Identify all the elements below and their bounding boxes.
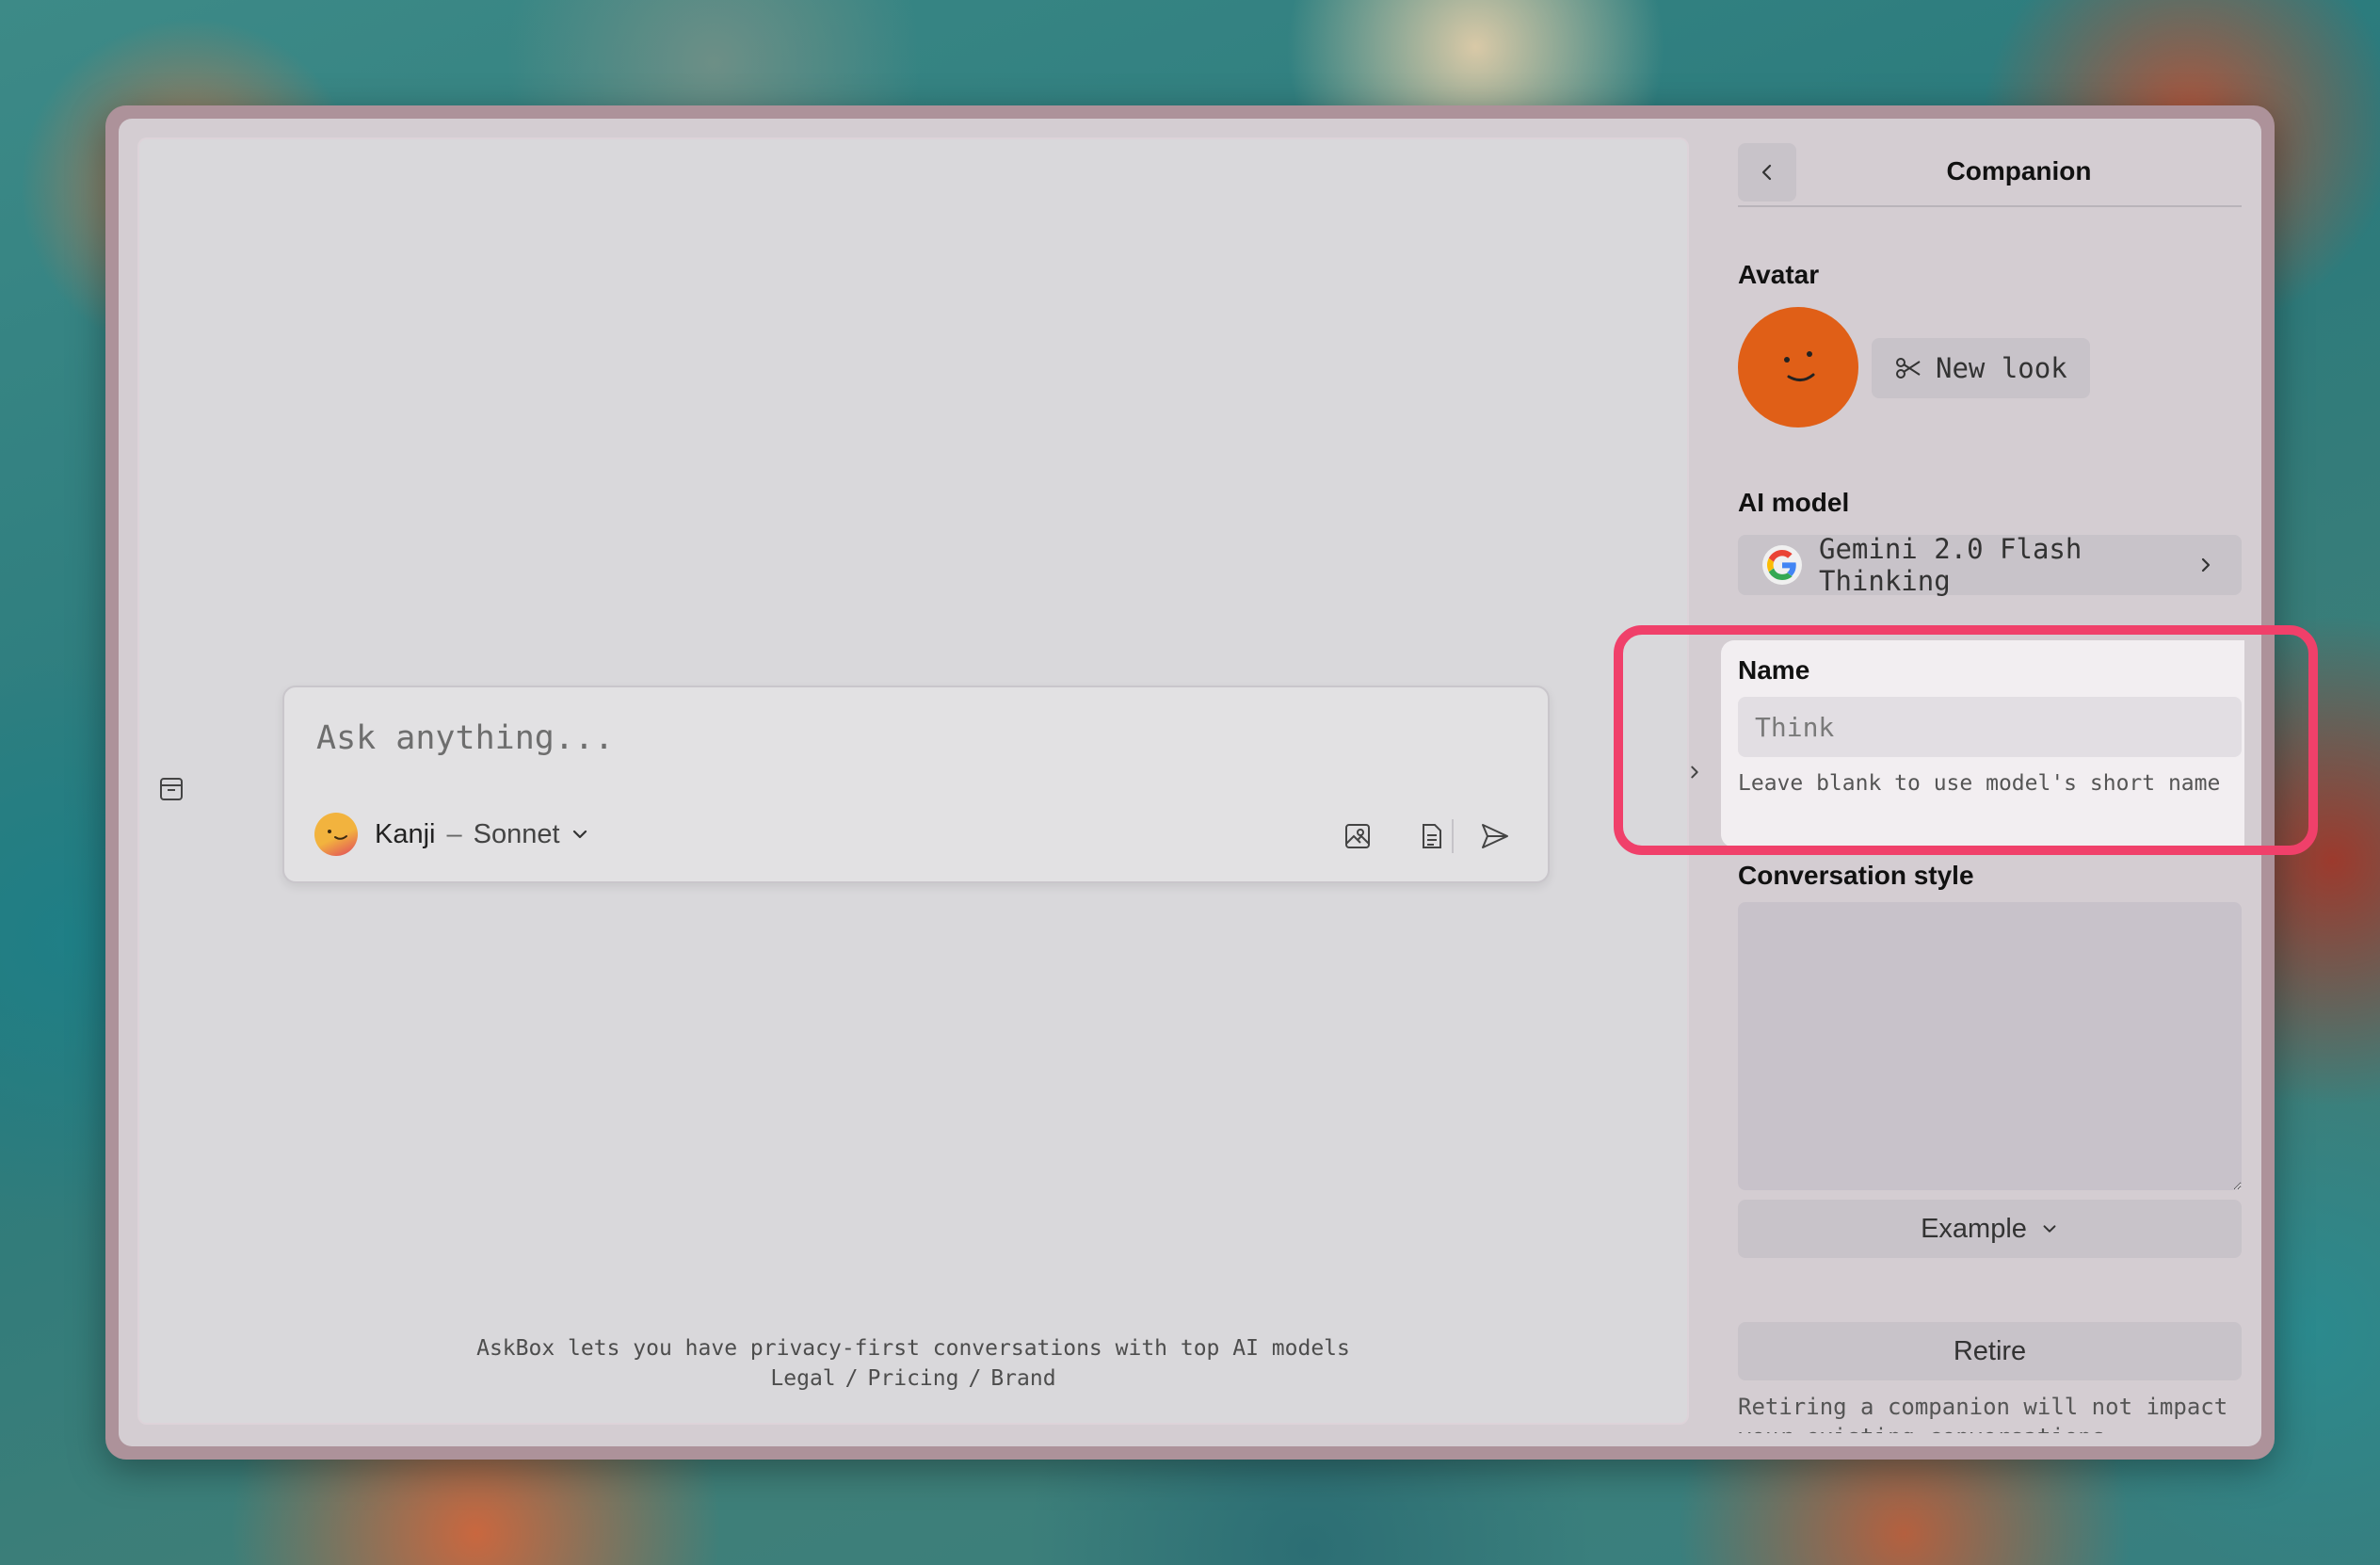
ai-model-value: Gemini 2.0 Flash Thinking xyxy=(1819,533,2082,597)
name-input[interactable] xyxy=(1738,697,2242,757)
example-label: Example xyxy=(1921,1213,2027,1244)
conversation-style-input[interactable] xyxy=(1738,902,2242,1190)
collapse-panel-handle[interactable] xyxy=(1676,753,1713,791)
send-button[interactable] xyxy=(1476,817,1514,855)
app-window: Kanji – Sonnet xyxy=(105,105,2275,1460)
attach-document-button[interactable] xyxy=(1412,817,1450,855)
chevron-down-icon xyxy=(572,830,587,839)
new-look-button[interactable]: New look xyxy=(1872,338,2090,398)
footer-links: Legal / Pricing / Brand xyxy=(139,1363,1687,1394)
conversation-style-label: Conversation style xyxy=(1738,861,1974,890)
window-content: Kanji – Sonnet xyxy=(119,119,2261,1446)
footer-link-separator: / xyxy=(844,1366,859,1391)
example-button[interactable]: Example xyxy=(1738,1200,2242,1258)
companion-picker[interactable]: Kanji – Sonnet xyxy=(314,810,590,859)
footer: AskBox lets you have privacy-first conve… xyxy=(139,1333,1687,1394)
chat-area: Kanji – Sonnet xyxy=(137,137,1689,1425)
new-look-label: New look xyxy=(1936,352,2067,384)
image-icon xyxy=(1345,824,1370,848)
chevron-right-icon xyxy=(1691,766,1698,779)
document-icon xyxy=(1423,824,1441,848)
toolbar-divider xyxy=(1452,819,1454,853)
chevron-down-icon xyxy=(2043,1225,2056,1233)
archive-icon[interactable] xyxy=(156,774,186,804)
avatar-label: Avatar xyxy=(1738,260,1820,289)
send-icon xyxy=(1482,824,1508,848)
name-label: Name xyxy=(1738,655,1810,685)
retire-note: Retiring a companion will not impact you… xyxy=(1738,1394,2228,1433)
ask-input[interactable] xyxy=(314,712,1354,765)
companion-avatar xyxy=(314,813,358,856)
attach-image-button[interactable] xyxy=(1339,817,1376,855)
back-button[interactable] xyxy=(1738,143,1796,202)
companion-avatar-large[interactable] xyxy=(1738,307,1858,428)
chevron-right-icon xyxy=(2201,557,2211,573)
footer-link-brand[interactable]: Brand xyxy=(990,1366,1055,1391)
retire-label: Retire xyxy=(1953,1335,2027,1366)
name-hint: Leave blank to use model's short name xyxy=(1738,771,2221,796)
google-logo-icon xyxy=(1762,545,1802,585)
panel-header: Companion xyxy=(1738,143,2242,207)
ai-model-selector[interactable]: Gemini 2.0 Flash Thinking xyxy=(1738,533,2242,597)
companion-model-name: Sonnet xyxy=(473,818,560,849)
retire-button[interactable]: Retire xyxy=(1738,1322,2242,1380)
panel-title: Companion xyxy=(1946,156,2092,186)
retire-note-container: Retiring a companion will not impact you… xyxy=(1738,1392,2265,1433)
message-composer: Kanji – Sonnet xyxy=(282,686,1550,883)
ai-model-label: AI model xyxy=(1738,488,1850,517)
footer-link-separator: / xyxy=(968,1366,982,1391)
companion-panel: Companion Avatar New look AI model Gemin… xyxy=(1691,119,2248,1446)
footer-tagline: AskBox lets you have privacy-first conve… xyxy=(476,1336,1350,1361)
footer-link-legal[interactable]: Legal xyxy=(770,1366,835,1391)
name-model-separator: – xyxy=(446,818,462,849)
scissors-icon xyxy=(1896,358,1921,379)
footer-link-pricing[interactable]: Pricing xyxy=(868,1366,959,1391)
chevron-left-icon xyxy=(1761,164,1772,181)
companion-name: Kanji xyxy=(375,818,436,849)
